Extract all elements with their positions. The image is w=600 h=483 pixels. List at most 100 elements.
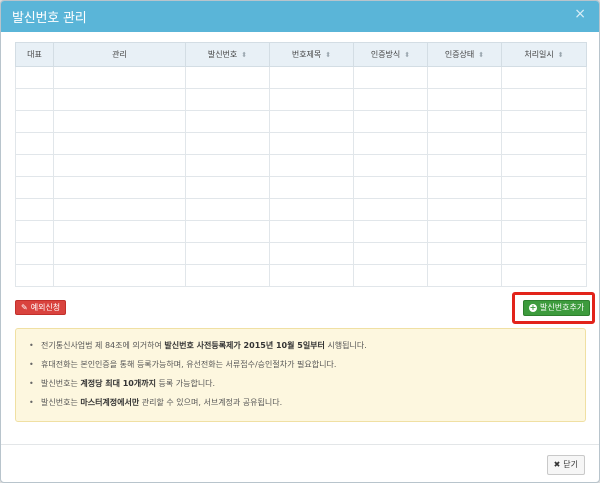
- table-body: [15, 66, 587, 287]
- table-cell: [53, 132, 186, 155]
- table-cell: [53, 176, 186, 199]
- table-header-row: 대표 관리 발신번호 ⬍ 번호제목 ⬍ 인증방식 ⬍ 인증상태 ⬍ 처리일시 ⬍: [15, 42, 587, 67]
- notice-list: 전기통신사업법 제 84조에 의거하여 발신번호 사전등록제가 2015년 10…: [16, 336, 585, 412]
- table-row: [15, 110, 587, 133]
- table-cell: [353, 220, 428, 243]
- table-cell: [185, 132, 270, 155]
- table-cell: [53, 88, 186, 111]
- table-cell: [53, 220, 186, 243]
- table-cell: [427, 264, 502, 287]
- table-cell: [501, 242, 587, 265]
- column-header-label: 인증상태: [444, 50, 475, 59]
- table-row: [15, 264, 587, 287]
- notice-item: 발신번호는 마스터계정에서만 관리할 수 있으며, 서브계정과 공유됩니다.: [29, 393, 585, 412]
- table-cell: [53, 154, 186, 177]
- sort-icon[interactable]: ⬍: [241, 51, 247, 59]
- table-cell: [53, 198, 186, 221]
- sender-number-table-wrap: 대표 관리 발신번호 ⬍ 번호제목 ⬍ 인증방식 ⬍ 인증상태 ⬍ 처리일시 ⬍: [15, 42, 587, 287]
- table-cell: [185, 66, 270, 89]
- column-header[interactable]: 처리일시 ⬍: [501, 42, 587, 67]
- notice-text: 시행됩니다.: [324, 341, 367, 350]
- table-cell: [269, 88, 354, 111]
- table-cell: [15, 220, 54, 243]
- sort-icon[interactable]: ⬍: [325, 51, 331, 59]
- table-cell: [15, 66, 54, 89]
- notice-box: 전기통신사업법 제 84조에 의거하여 발신번호 사전등록제가 2015년 10…: [15, 328, 586, 422]
- table-row: [15, 66, 587, 89]
- table-cell: [427, 66, 502, 89]
- column-header[interactable]: 발신번호 ⬍: [185, 42, 270, 67]
- table-cell: [15, 264, 54, 287]
- exception-request-label: 예외신청: [30, 303, 61, 312]
- plus-circle-icon: +: [529, 303, 537, 312]
- notice-text: 휴대전화는 본인인증을 통해 등록가능하며, 유선전화는 서류접수/승인절차가 …: [41, 360, 337, 369]
- column-header: 대표: [15, 42, 54, 67]
- table-cell: [53, 264, 186, 287]
- sort-icon[interactable]: ⬍: [478, 51, 484, 59]
- close-button-label: 닫기: [563, 460, 578, 469]
- modal-header: 발신번호 관리 ×: [1, 1, 599, 32]
- sort-icon[interactable]: ⬍: [558, 51, 564, 59]
- column-header-label: 대표: [27, 50, 42, 59]
- notice-text: 발신번호는: [41, 379, 81, 388]
- table-row: [15, 88, 587, 111]
- table-cell: [15, 242, 54, 265]
- add-number-label: 발신번호추가: [540, 303, 585, 312]
- close-x-icon: ✖: [553, 460, 561, 469]
- column-header-label: 인증방식: [370, 50, 401, 59]
- add-number-button[interactable]: + 발신번호추가: [523, 300, 591, 316]
- table-row: [15, 132, 587, 155]
- table-cell: [15, 198, 54, 221]
- column-header[interactable]: 인증상태 ⬍: [427, 42, 502, 67]
- column-header[interactable]: 인증방식 ⬍: [353, 42, 428, 67]
- table-cell: [185, 220, 270, 243]
- footer-divider: [1, 444, 599, 445]
- notice-emphasis: 계정당 최대 10개까지: [80, 379, 156, 388]
- table-cell: [427, 110, 502, 133]
- table-cell: [427, 242, 502, 265]
- table-cell: [427, 88, 502, 111]
- modal-title: 발신번호 관리: [12, 11, 87, 26]
- table-cell: [15, 176, 54, 199]
- column-header-label: 관리: [112, 50, 127, 59]
- table-cell: [269, 220, 354, 243]
- table-row: [15, 242, 587, 265]
- table-cell: [501, 132, 587, 155]
- close-button[interactable]: ✖ 닫기: [546, 455, 585, 475]
- notice-item: 발신번호는 계정당 최대 10개까지 등록 가능합니다.: [29, 374, 585, 393]
- table-cell: [427, 154, 502, 177]
- table-cell: [353, 132, 428, 155]
- sender-number-modal: 발신번호 관리 × 대표 관리 발신번호 ⬍ 번호제목 ⬍ 인증방식 ⬍ 인증상태 ⬍ 처리일시 ⬍ …: [0, 0, 600, 483]
- table-cell: [353, 110, 428, 133]
- table-cell: [185, 264, 270, 287]
- column-header[interactable]: 번호제목 ⬍: [269, 42, 354, 67]
- table-cell: [501, 220, 587, 243]
- exception-request-button[interactable]: ✎ 예외신청: [15, 300, 67, 315]
- table-cell: [353, 176, 428, 199]
- edit-icon: ✎: [21, 303, 28, 312]
- close-icon[interactable]: ×: [574, 6, 586, 22]
- table-cell: [501, 264, 587, 287]
- notice-text: 발신번호는: [41, 398, 81, 407]
- table-cell: [353, 198, 428, 221]
- table-cell: [15, 110, 54, 133]
- table-cell: [501, 176, 587, 199]
- table-cell: [269, 264, 354, 287]
- sender-number-table: 대표 관리 발신번호 ⬍ 번호제목 ⬍ 인증방식 ⬍ 인증상태 ⬍ 처리일시 ⬍: [15, 42, 587, 287]
- table-cell: [501, 110, 587, 133]
- table-cell: [53, 110, 186, 133]
- table-cell: [15, 154, 54, 177]
- notice-item: 전기통신사업법 제 84조에 의거하여 발신번호 사전등록제가 2015년 10…: [29, 336, 585, 355]
- table-row: [15, 176, 587, 199]
- table-cell: [501, 154, 587, 177]
- table-cell: [353, 66, 428, 89]
- table-cell: [15, 132, 54, 155]
- table-cell: [427, 132, 502, 155]
- sort-icon[interactable]: ⬍: [404, 51, 410, 59]
- table-cell: [269, 242, 354, 265]
- table-cell: [185, 88, 270, 111]
- table-cell: [269, 198, 354, 221]
- table-cell: [427, 176, 502, 199]
- table-cell: [185, 198, 270, 221]
- table-cell: [353, 242, 428, 265]
